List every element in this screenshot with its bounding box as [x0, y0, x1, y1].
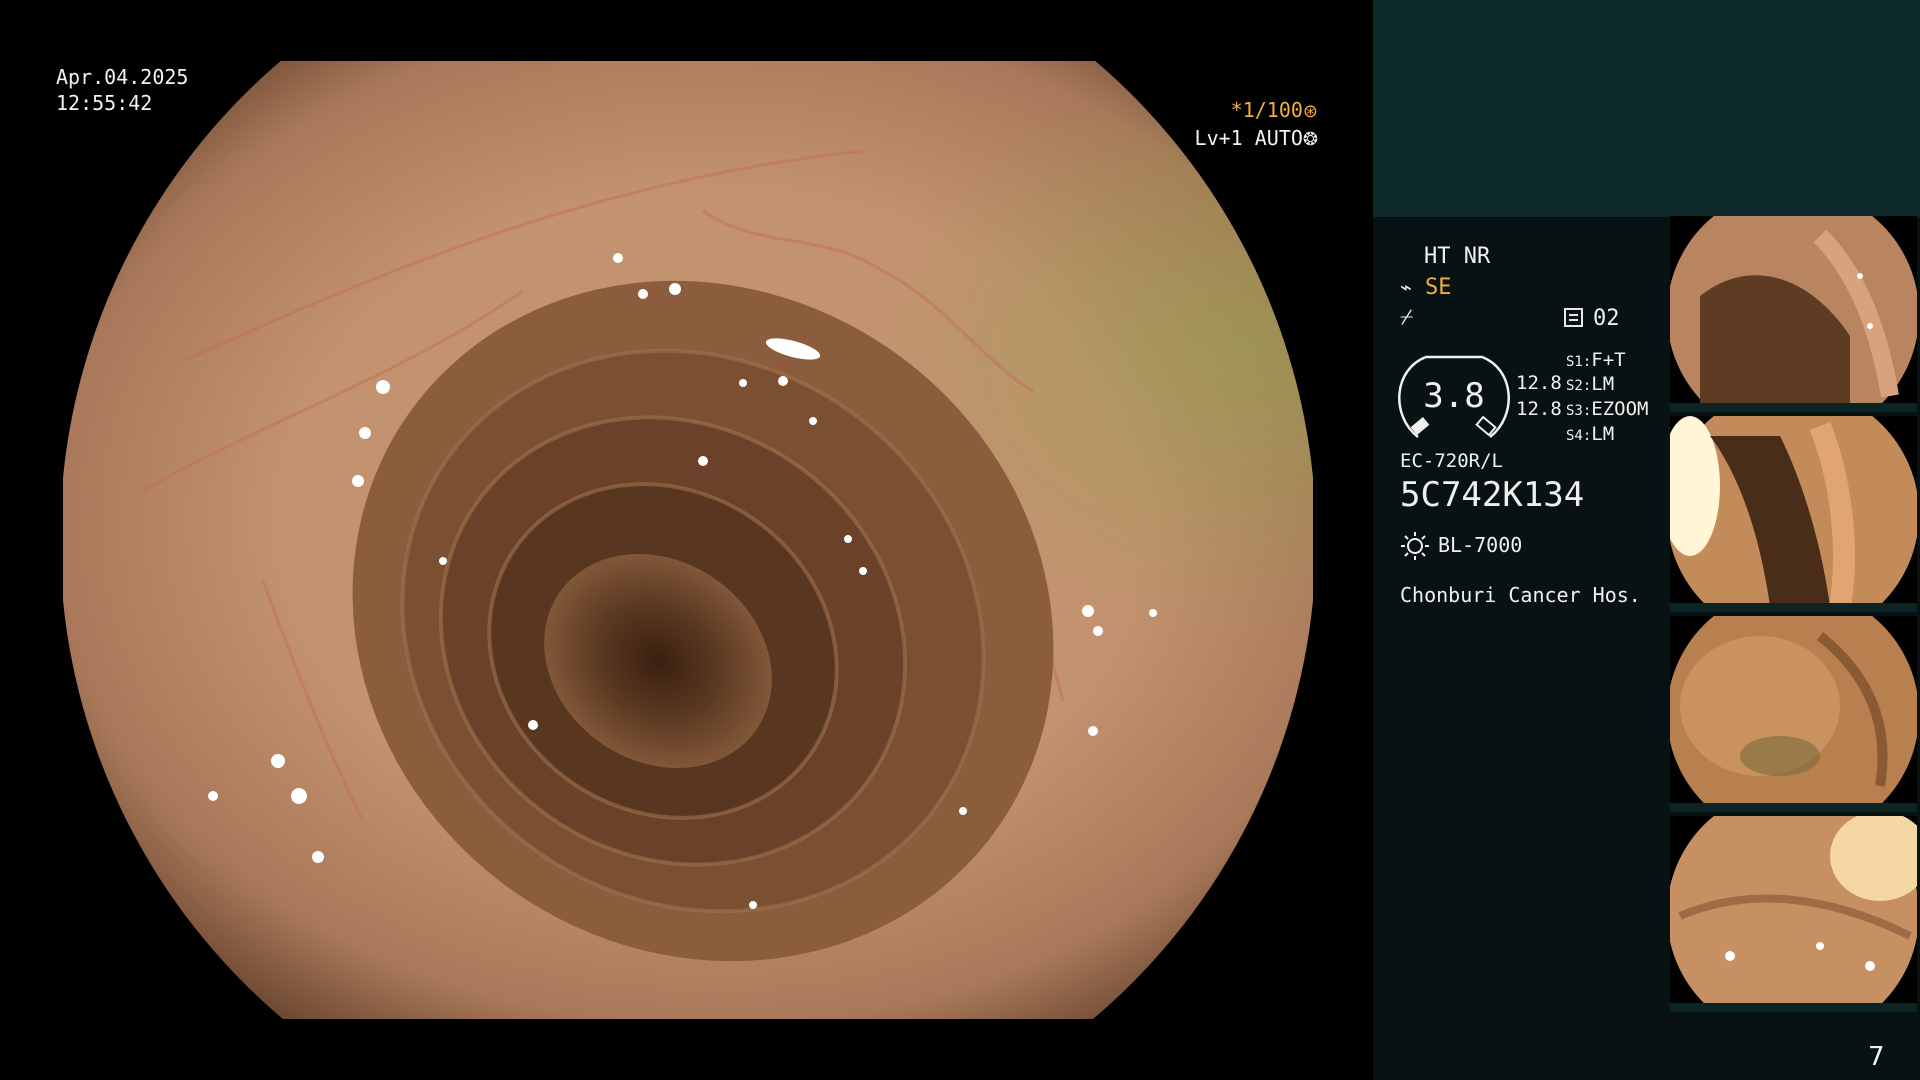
mode-label: HT NR — [1424, 244, 1491, 269]
timestamp: Apr.04.2025 12:55:42 — [56, 64, 188, 116]
level-readout: Lv+1 AUTO❂ — [1195, 126, 1318, 150]
thumbnail-4[interactable] — [1670, 816, 1917, 1012]
level-value: Lv+1 AUTO — [1194, 126, 1303, 150]
switch-row-3: S3:EZOOM — [1566, 398, 1649, 420]
gauge-value-2: 12.8 — [1516, 398, 1562, 420]
light-source-icon — [1401, 532, 1429, 560]
thumbnail-1[interactable] — [1670, 216, 1917, 412]
shutter-icon: ⊛ — [1302, 101, 1318, 122]
date-label: Apr.04.2025 — [56, 65, 189, 89]
shutter-readout: *1/100⊛ — [1231, 98, 1318, 122]
light-source-label: BL-7000 — [1438, 533, 1523, 557]
switch-row-2: S2:LM — [1566, 373, 1615, 395]
memo-icon — [1564, 308, 1583, 327]
thumbnail-3[interactable] — [1670, 616, 1917, 812]
zoom-value: 3.8 — [1423, 376, 1485, 416]
page-number: 7 — [1868, 1042, 1885, 1072]
gauge-value-1: 12.8 — [1516, 372, 1562, 394]
structure-enhance-icon: ⌁ — [1400, 275, 1413, 299]
hospital-name: Chonburi Cancer Hos. — [1400, 583, 1641, 607]
thumbnail-2[interactable] — [1670, 416, 1917, 612]
iris-icon: ❂ — [1302, 129, 1318, 150]
shutter-value: *1/100 — [1230, 98, 1303, 122]
switch-row-1: S1:F+T — [1566, 349, 1626, 371]
scope-model: EC-720R/L — [1400, 450, 1503, 472]
endoscope-view — [63, 61, 1313, 1019]
scope-serial: 5C742K134 — [1400, 475, 1585, 515]
time-label: 12:55:42 — [56, 91, 153, 115]
color-mode-icon: ⌿ — [1400, 305, 1414, 330]
panel-header-band — [1373, 0, 1920, 217]
memo-value: 02 — [1593, 306, 1620, 331]
switch-row-4: S4:LM — [1566, 423, 1615, 445]
enhance-label: SE — [1425, 275, 1452, 300]
